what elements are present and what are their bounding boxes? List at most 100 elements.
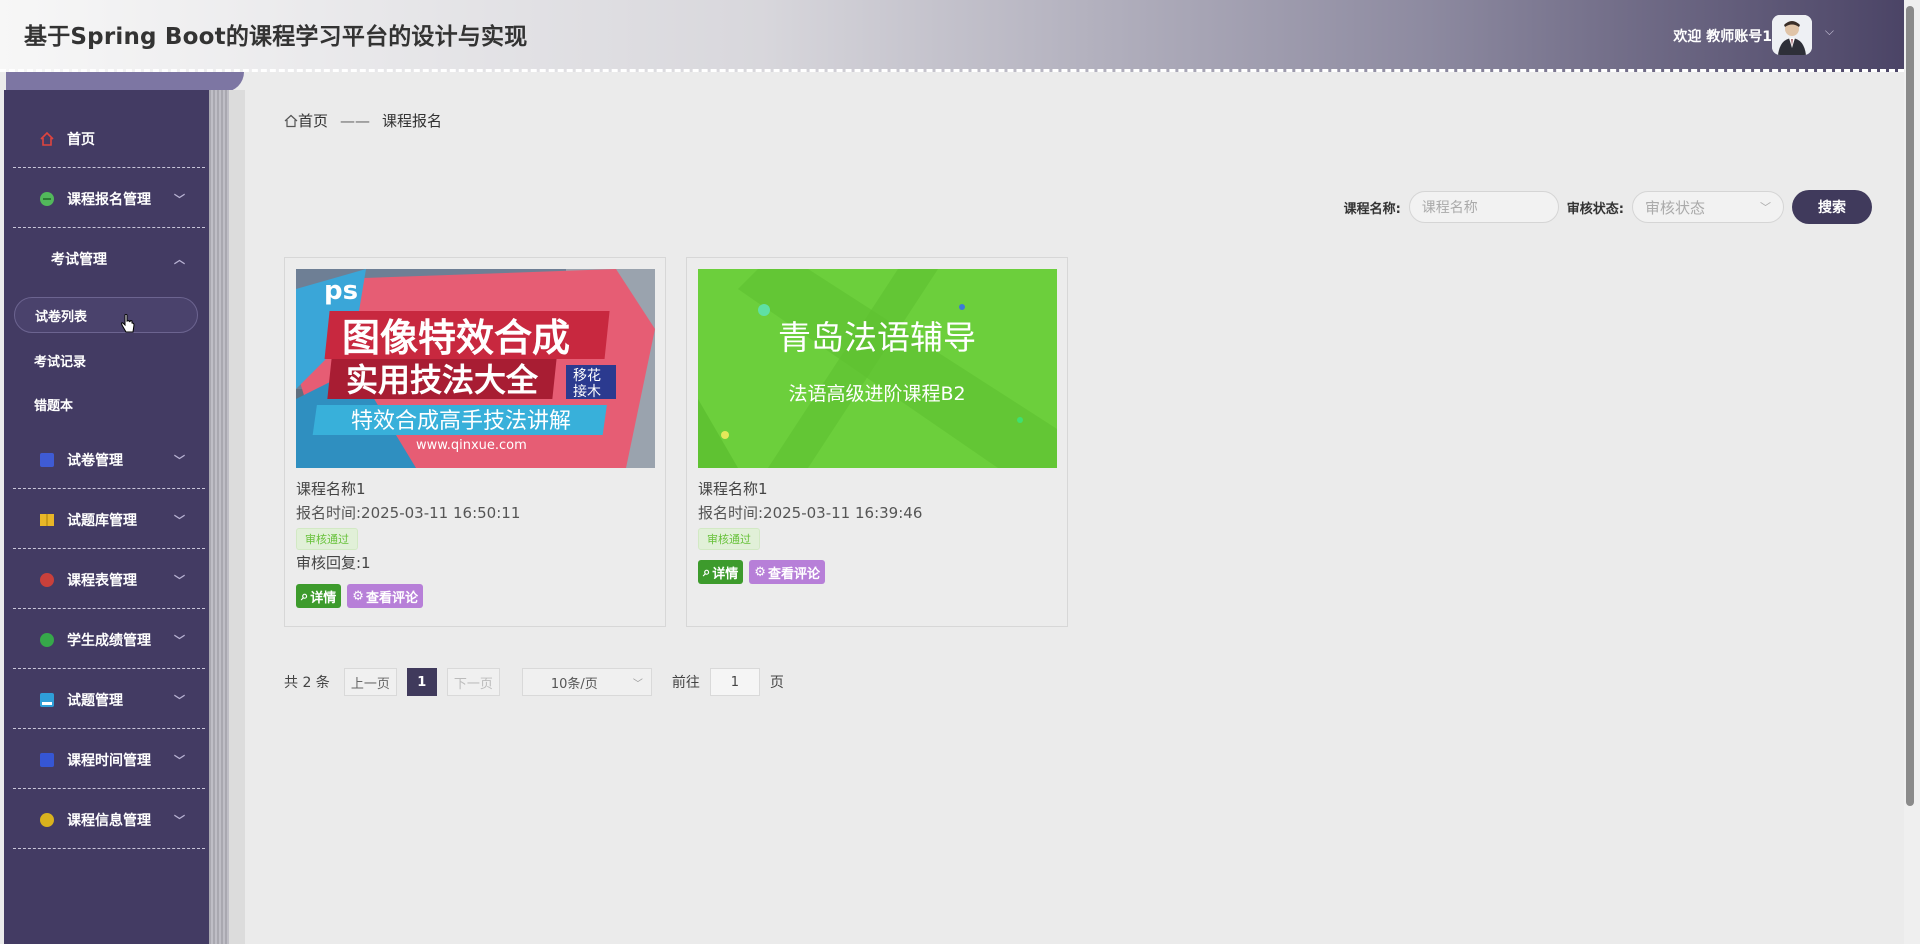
avatar-person-icon: [1772, 15, 1812, 55]
chevron-up-icon: ︿: [174, 253, 185, 266]
chevron-down-icon: ﹀: [632, 678, 643, 690]
pagination: 共 2 条 上一页 1 下一页 10条/页 ﹀ 前往 1 页: [284, 668, 784, 696]
view-comments-button[interactable]: ⚙ 查看评论: [347, 584, 423, 608]
thumbnail-caption: 法语高级进阶课程B2: [788, 383, 965, 405]
sidebar-item-label: 课程时间管理: [67, 752, 151, 769]
card-actions: ⌕ 详情 ⚙ 查看评论: [296, 584, 423, 608]
sidebar-item-paper-manage[interactable]: 试卷管理 ﹀: [13, 431, 205, 489]
sidebar-item-label: 课程报名管理: [67, 191, 151, 208]
chevron-down-icon: ﹀: [174, 693, 185, 707]
prev-page-button[interactable]: 上一页: [343, 668, 397, 696]
home-icon: [284, 114, 298, 127]
book-icon: [39, 512, 55, 528]
course-card[interactable]: 青岛法语辅导 法语高级进阶课程B2 课程名称1 报名时间:2025-03-11 …: [686, 257, 1068, 627]
sidebar-item-home[interactable]: 首页: [13, 110, 205, 168]
sidebar-item-label: 课程表管理: [67, 572, 137, 589]
sidebar-item-schedule[interactable]: 课程表管理 ﹀: [13, 551, 205, 609]
sidebar-item-grades[interactable]: 学生成绩管理 ﹀: [13, 611, 205, 669]
circle-icon: [39, 632, 55, 648]
status-select[interactable]: 审核状态 ﹀: [1632, 191, 1784, 223]
course-name-label: 课程名称:: [1343, 201, 1401, 217]
chevron-down-icon: ﹀: [174, 813, 185, 827]
breadcrumb-separator: ——: [340, 111, 371, 130]
sidebar-subitem-label: 考试记录: [34, 354, 87, 370]
search-icon: ⌕: [301, 588, 309, 604]
card-actions: ⌕ 详情 ⚙ 查看评论: [698, 560, 825, 584]
status-select-placeholder: 审核状态: [1645, 198, 1706, 217]
circle-icon: [39, 572, 55, 588]
detail-button[interactable]: ⌕ 详情: [296, 584, 342, 608]
circle-icon: [39, 812, 55, 828]
sidebar-item-questions[interactable]: 试题管理 ﹀: [13, 671, 205, 729]
view-comments-label: 查看评论: [365, 590, 418, 606]
search-icon: ⌕: [703, 564, 711, 580]
sidebar-item-exam[interactable]: 考试管理 ︿: [13, 230, 205, 288]
sidebar-item-course-time[interactable]: 课程时间管理 ﹀: [13, 731, 205, 789]
sidebar-divider-light: [229, 90, 245, 944]
top-header: 基于Spring Boot的课程学习平台的设计与实现 欢迎 教师账号1 ⌵: [0, 0, 1904, 72]
sidebar-subitem-paper-list[interactable]: 试卷列表: [14, 297, 198, 333]
page-unit-label: 页: [769, 675, 784, 691]
ps-logo-text: ps: [324, 276, 358, 306]
course-name: 课程名称1: [698, 480, 768, 498]
sidebar-subitem-wrong-book[interactable]: 错题本: [14, 386, 198, 422]
thumbnail-tag: 移花: [573, 368, 601, 384]
thumbnail-subheadline: 实用技法大全: [346, 361, 539, 399]
gear-icon: ⚙: [352, 588, 364, 604]
detail-button[interactable]: ⌕ 详情: [698, 560, 744, 584]
search-button[interactable]: 搜索: [1792, 190, 1872, 224]
welcome-text: 欢迎 教师账号1: [1673, 29, 1772, 45]
goto-page-input[interactable]: 1: [709, 668, 760, 696]
thumbnail-headline: 青岛法语辅导: [778, 318, 976, 357]
header-tab-decoration: [6, 72, 244, 92]
sidebar-item-label: 课程信息管理: [67, 812, 151, 829]
status-label: 审核状态:: [1566, 201, 1624, 217]
thumbnail-headline: 图像特效合成: [342, 316, 570, 360]
chevron-down-icon[interactable]: ⌵: [1825, 24, 1834, 39]
breadcrumb: 首页 —— 课程报名: [284, 110, 442, 131]
course-thumbnail[interactable]: ps 图像特效合成 实用技法大全 移花 接木 特效合成高手技法讲解 www.qi…: [296, 269, 655, 468]
view-comments-label: 查看评论: [767, 566, 820, 582]
circle-icon: [39, 191, 55, 207]
page-size-select[interactable]: 10条/页 ﹀: [521, 668, 652, 696]
view-comments-button[interactable]: ⚙ 查看评论: [749, 560, 825, 584]
thumbnail-caption: 特效合成高手技法讲解: [351, 409, 571, 434]
app-title: 基于Spring Boot的课程学习平台的设计与实现: [24, 24, 528, 50]
sidebar-item-label: 首页: [67, 131, 95, 148]
course-thumbnail[interactable]: 青岛法语辅导 法语高级进阶课程B2: [698, 269, 1057, 468]
home-icon: [39, 131, 55, 147]
sidebar-divider: [209, 90, 229, 944]
sidebar-item-label: 试题管理: [67, 692, 123, 709]
breadcrumb-home[interactable]: 首页: [298, 110, 328, 131]
chevron-down-icon: ﹀: [1760, 201, 1771, 214]
next-page-button[interactable]: 下一页: [446, 668, 500, 696]
chevron-down-icon: ﹀: [174, 633, 185, 647]
square-icon: [39, 452, 55, 468]
chevron-down-icon: ﹀: [174, 573, 185, 587]
detail-button-label: 详情: [310, 590, 337, 606]
course-name-input[interactable]: 课程名称: [1408, 191, 1559, 223]
sidebar-item-label: 试题库管理: [67, 512, 137, 529]
course-name: 课程名称1: [296, 480, 366, 498]
page-number-current[interactable]: 1: [406, 668, 437, 696]
page-size-value: 10条/页: [550, 676, 598, 692]
thumbnail-url: www.qinxue.com: [416, 438, 527, 453]
sidebar-subitem-label: 试卷列表: [35, 309, 88, 325]
sidebar-item-question-bank[interactable]: 试题库管理 ﹀: [13, 491, 205, 549]
detail-button-label: 详情: [712, 566, 739, 582]
pointer-cursor-icon: [121, 314, 135, 333]
chevron-down-icon: ﹀: [174, 513, 185, 527]
sidebar-item-course-info[interactable]: 课程信息管理 ﹀: [13, 791, 205, 849]
scrollbar-thumb[interactable]: [1906, 6, 1914, 806]
sidebar-item-course-enroll[interactable]: 课程报名管理 ﹀: [13, 170, 205, 228]
chevron-down-icon: ﹀: [174, 753, 185, 767]
thumbnail-tag: 接木: [573, 383, 601, 400]
gear-icon: ⚙: [754, 564, 766, 580]
square-icon: [39, 692, 55, 708]
sidebar-subitem-exam-records[interactable]: 考试记录: [14, 342, 198, 378]
avatar[interactable]: [1772, 15, 1812, 55]
breadcrumb-current: 课程报名: [382, 112, 443, 130]
chevron-down-icon: ﹀: [174, 453, 185, 467]
course-card[interactable]: ps 图像特效合成 实用技法大全 移花 接木 特效合成高手技法讲解 www.qi…: [284, 257, 666, 627]
search-bar: 课程名称: 课程名称 审核状态: 审核状态 ﹀ 搜索: [1344, 190, 1872, 224]
